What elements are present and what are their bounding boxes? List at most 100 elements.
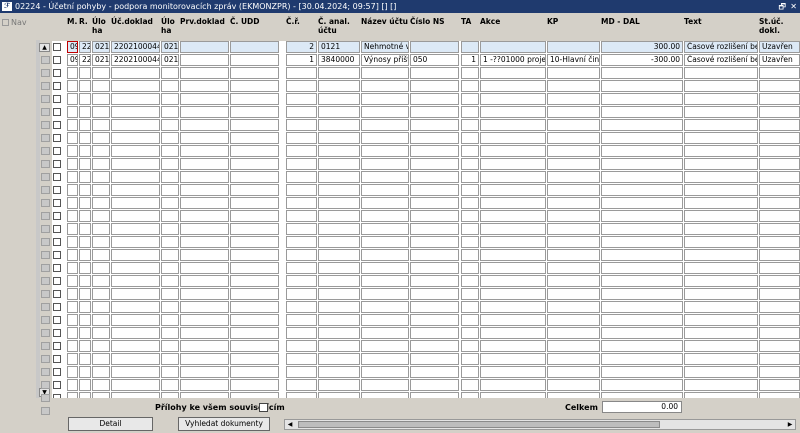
cell-cudd[interactable] xyxy=(230,236,279,248)
cell-cr[interactable] xyxy=(286,340,317,352)
cell-uloha[interactable] xyxy=(92,67,110,79)
cell-md[interactable] xyxy=(601,210,683,222)
cell-cr[interactable] xyxy=(286,223,317,235)
cell-uloha[interactable] xyxy=(92,379,110,391)
cell-md[interactable] xyxy=(601,106,683,118)
cell-nazev[interactable] xyxy=(361,184,409,196)
row-indicator[interactable] xyxy=(41,173,50,181)
row-indicator[interactable] xyxy=(41,134,50,142)
cell-ucet[interactable] xyxy=(318,80,360,92)
cell-prvdoklad[interactable] xyxy=(180,132,229,144)
cell-kp[interactable] xyxy=(547,184,600,196)
cell-akce[interactable] xyxy=(480,171,546,183)
cell-akce[interactable] xyxy=(480,67,546,79)
table-row[interactable] xyxy=(52,249,800,262)
row-select-checkbox[interactable] xyxy=(53,56,61,64)
cell-akce[interactable] xyxy=(480,249,546,261)
row-select-checkbox[interactable] xyxy=(53,160,61,168)
row-indicator[interactable] xyxy=(41,251,50,259)
cell-r[interactable] xyxy=(79,93,91,105)
cell-ns[interactable] xyxy=(410,93,459,105)
cell-cr[interactable] xyxy=(286,158,317,170)
cell-cr[interactable] xyxy=(286,275,317,287)
cell-r[interactable] xyxy=(79,171,91,183)
row-indicator[interactable] xyxy=(41,69,50,77)
cell-ns[interactable] xyxy=(410,327,459,339)
cell-akce[interactable] xyxy=(480,93,546,105)
column-header-akce[interactable]: Akce xyxy=(480,17,500,26)
cell-text[interactable] xyxy=(684,210,758,222)
cell-ucet[interactable] xyxy=(318,340,360,352)
cell-prvdoklad[interactable] xyxy=(180,340,229,352)
cell-ns[interactable] xyxy=(410,41,459,53)
row-select-checkbox[interactable] xyxy=(53,108,61,116)
cell-md[interactable] xyxy=(601,184,683,196)
table-row[interactable] xyxy=(52,223,800,236)
cell-cudd[interactable] xyxy=(230,379,279,391)
cell-ucdoklad[interactable] xyxy=(111,158,160,170)
cell-ucet[interactable]: 3840000 xyxy=(318,54,360,66)
cell-md[interactable] xyxy=(601,93,683,105)
cell-uloha[interactable] xyxy=(92,327,110,339)
cell-text[interactable] xyxy=(684,93,758,105)
cell-stuc[interactable] xyxy=(759,379,800,391)
cell-m[interactable] xyxy=(67,262,78,274)
table-row[interactable] xyxy=(52,379,800,392)
cell-r[interactable] xyxy=(79,223,91,235)
row-select-checkbox[interactable] xyxy=(53,316,61,324)
cell-ucet[interactable] xyxy=(318,275,360,287)
cell-stuc[interactable] xyxy=(759,106,800,118)
cell-cudd[interactable] xyxy=(230,132,279,144)
cell-ns[interactable] xyxy=(410,171,459,183)
cell-uloha2[interactable] xyxy=(161,340,179,352)
cell-stuc[interactable] xyxy=(759,80,800,92)
cell-text[interactable] xyxy=(684,340,758,352)
table-row[interactable] xyxy=(52,145,800,158)
cell-akce[interactable] xyxy=(480,41,546,53)
cell-uloha[interactable] xyxy=(92,314,110,326)
cell-prvdoklad[interactable] xyxy=(180,301,229,313)
cell-ucdoklad[interactable] xyxy=(111,171,160,183)
cell-stuc[interactable] xyxy=(759,210,800,222)
cell-md[interactable] xyxy=(601,236,683,248)
cell-uloha2[interactable] xyxy=(161,288,179,300)
attachments-checkbox[interactable] xyxy=(259,403,268,412)
cell-prvdoklad[interactable] xyxy=(180,171,229,183)
cell-uloha[interactable] xyxy=(92,340,110,352)
row-select-checkbox[interactable] xyxy=(53,212,61,220)
cell-uloha2[interactable] xyxy=(161,145,179,157)
cell-m[interactable] xyxy=(67,80,78,92)
cell-r[interactable] xyxy=(79,301,91,313)
cell-cudd[interactable] xyxy=(230,392,279,398)
cell-nazev[interactable] xyxy=(361,353,409,365)
cell-uloha[interactable] xyxy=(92,145,110,157)
cell-uloha2[interactable] xyxy=(161,262,179,274)
cell-ucdoklad[interactable] xyxy=(111,210,160,222)
column-header-nazev[interactable]: Název účtu xyxy=(361,17,408,26)
cell-ta[interactable] xyxy=(461,132,479,144)
cell-kp[interactable] xyxy=(547,340,600,352)
cell-uloha[interactable] xyxy=(92,93,110,105)
cell-prvdoklad[interactable] xyxy=(180,379,229,391)
cell-uloha2[interactable] xyxy=(161,197,179,209)
cell-ucet[interactable] xyxy=(318,392,360,398)
cell-cudd[interactable] xyxy=(230,340,279,352)
column-header-stuc[interactable]: St.úč. dokl. xyxy=(759,17,783,35)
cell-uloha[interactable]: 021 xyxy=(92,41,110,53)
cell-stuc[interactable] xyxy=(759,353,800,365)
row-indicator[interactable] xyxy=(41,199,50,207)
row-indicator[interactable] xyxy=(41,56,50,64)
cell-uloha2[interactable]: 021 xyxy=(161,41,179,53)
cell-kp[interactable] xyxy=(547,93,600,105)
cell-m[interactable] xyxy=(67,314,78,326)
cell-kp[interactable] xyxy=(547,119,600,131)
cell-cr[interactable] xyxy=(286,392,317,398)
row-select-checkbox[interactable] xyxy=(53,290,61,298)
row-select-checkbox[interactable] xyxy=(53,342,61,350)
cell-cudd[interactable] xyxy=(230,249,279,261)
cell-md[interactable]: -300.00 xyxy=(601,54,683,66)
cell-text[interactable] xyxy=(684,145,758,157)
cell-ns[interactable] xyxy=(410,184,459,196)
cell-ucet[interactable] xyxy=(318,171,360,183)
cell-uloha2[interactable] xyxy=(161,119,179,131)
